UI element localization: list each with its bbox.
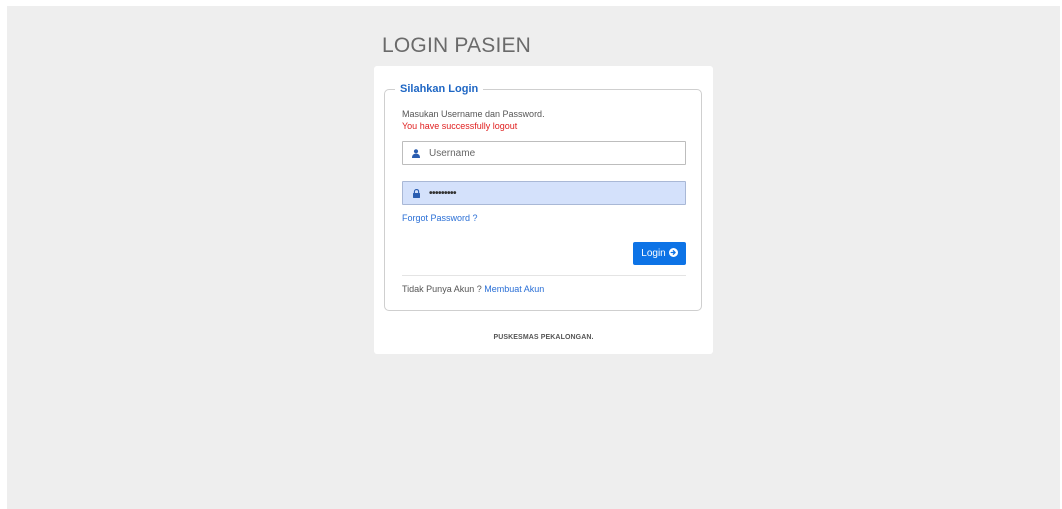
username-field[interactable]: Username <box>402 141 686 165</box>
create-account-link[interactable]: Membuat Akun <box>484 284 544 294</box>
fieldset-legend: Silahkan Login <box>395 81 484 97</box>
logout-message: You have successfully logout <box>402 121 518 131</box>
forgot-password-link[interactable]: Forgot Password ? <box>402 213 478 223</box>
user-icon <box>403 148 429 158</box>
page-background: LOGIN PASIEN Silahkan Login Masukan User… <box>7 6 1060 509</box>
no-account-text: Tidak Punya Akun ? <box>402 284 482 294</box>
password-field[interactable]: ••••••••• <box>402 181 686 205</box>
lock-icon <box>403 188 429 198</box>
footer-text: PUSKESMAS PEKALONGAN. <box>493 334 594 341</box>
password-masked-value: ••••••••• <box>429 187 457 199</box>
divider <box>402 275 686 276</box>
arrow-circle-right-icon <box>668 247 678 260</box>
login-card: Silahkan Login Masukan Username dan Pass… <box>374 66 713 354</box>
username-placeholder: Username <box>429 147 476 159</box>
login-fieldset: Silahkan Login Masukan Username dan Pass… <box>384 81 702 311</box>
create-account-row: Tidak Punya Akun ? Membuat Akun <box>402 284 544 294</box>
login-instructions: Masukan Username dan Password. <box>402 109 545 119</box>
login-button[interactable]: Login <box>633 242 686 265</box>
login-button-label: Login <box>641 248 666 259</box>
page-title: LOGIN PASIEN <box>382 34 532 57</box>
